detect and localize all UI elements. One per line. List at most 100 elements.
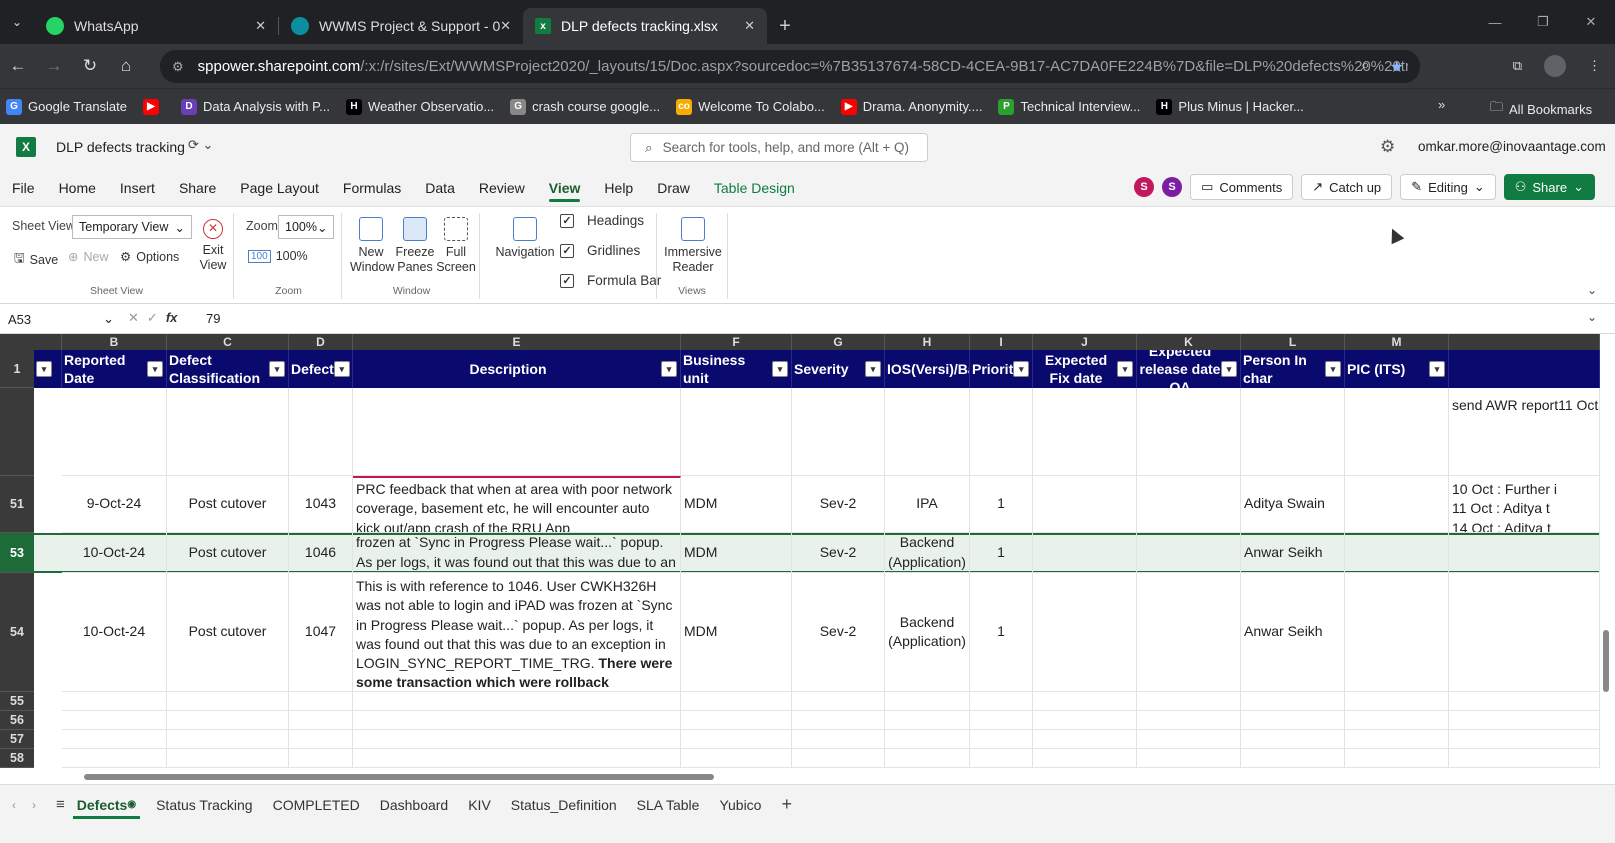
filter-dropdown-icon[interactable]: ▾ [1429,361,1445,377]
empty-cell[interactable] [1345,692,1449,711]
empty-cell[interactable] [1345,711,1449,730]
column-header-L[interactable]: L [1241,334,1345,350]
cell-ios-backend[interactable]: Backend (Application) [885,533,970,573]
url-omnibox[interactable]: ⚙ sppower.sharepoint.com /:x:/r/sites/Ex… [160,50,1420,83]
column-header-B[interactable]: B [62,334,167,350]
scrollbar-thumb[interactable] [84,774,714,780]
empty-cell[interactable] [1241,711,1345,730]
bookmark-item[interactable]: Gcrash course google... [510,98,660,115]
bookmark-item[interactable]: ▶ Drama. Anonymity.... [840,98,982,115]
cell-person-in-charge[interactable]: Aditya Swain [1241,476,1345,533]
settings-gear-icon[interactable]: ⚙ [1380,137,1395,157]
site-info-icon[interactable]: ⚙ [172,59,184,75]
ribbon-tab-draw[interactable]: Draw [657,170,690,206]
empty-cell[interactable] [1137,730,1241,749]
row-header[interactable] [0,388,34,476]
new-view-button[interactable]: ⊕ New [68,249,109,265]
cell-expected-release-date[interactable] [1137,573,1241,692]
empty-cell[interactable] [1137,749,1241,768]
tab-search-chevron-icon[interactable]: ⌄ [0,4,34,40]
bookmark-item[interactable]: G Google Translate [6,98,127,115]
horizontal-scrollbar[interactable] [34,772,1600,782]
ribbon-tab-home[interactable]: Home [59,170,96,206]
cell-severity[interactable]: Sev-2 [792,533,885,573]
bookmark-item[interactable]: H Weather Observatio... [345,98,494,115]
empty-cell[interactable] [167,749,289,768]
filter-dropdown-icon[interactable]: ▾ [333,361,350,377]
cell-expected-release-date[interactable] [1137,476,1241,533]
empty-cell[interactable] [353,711,681,730]
empty-cell[interactable] [1137,711,1241,730]
cell-pic-its[interactable] [1345,476,1449,533]
options-button[interactable]: ⚙ Options [120,249,179,265]
immersive-reader-button[interactable]: Immersive Reader [661,217,725,275]
new-window-button[interactable]: New Window [350,217,394,275]
filter-dropdown-icon[interactable]: ▾ [269,361,285,377]
row-header[interactable]: 58 [0,749,34,768]
filter-dropdown-icon[interactable]: ▾ [147,361,163,377]
empty-cell[interactable] [289,692,353,711]
name-box[interactable]: A53 ⌄ [4,307,118,331]
cell-notes[interactable] [1449,573,1600,692]
zoom-100-button[interactable]: 100 100% [248,249,308,263]
collaborator-avatar[interactable]: S [1162,177,1183,197]
table-cell[interactable] [1137,388,1241,476]
column-header-H[interactable]: H [885,334,970,350]
row-header[interactable]: 54 [0,573,34,692]
cell-notes[interactable]: 10 Oct : Further i 11 Oct : Aditya t 14 Oc… [1449,476,1600,533]
confirm-entry-icon[interactable]: ✓ [147,310,158,326]
freeze-panes-button[interactable]: Freeze Panes [394,217,436,275]
table-cell[interactable] [681,388,792,476]
empty-cell[interactable] [970,711,1033,730]
empty-cell[interactable] [970,692,1033,711]
browser-tab-dlp[interactable]: x DLP defects tracking.xlsx ✕ [523,8,767,44]
empty-cell[interactable] [1033,692,1137,711]
empty-cell[interactable] [289,749,353,768]
formula-input[interactable]: 79 [206,311,220,326]
profile-avatar[interactable] [1544,55,1566,77]
save-view-button[interactable]: 🖫 Save [14,249,58,270]
comments-button[interactable]: ▭ Comments [1190,174,1294,200]
empty-cell[interactable] [681,730,792,749]
cell-expected-fix-date[interactable] [1033,573,1137,692]
empty-cell[interactable] [1449,692,1600,711]
column-header-I[interactable]: I [970,334,1033,350]
cell-description[interactable]: frozen at `Sync in Progress Please wait.… [353,533,681,573]
empty-cell[interactable] [353,749,681,768]
ribbon-tab-share[interactable]: Share [179,170,216,206]
search-input[interactable]: ⌕ Search for tools, help, and more (Alt … [630,133,928,162]
close-icon[interactable]: ✕ [500,18,511,34]
cell-defect-classification[interactable]: Post cutover [167,573,289,692]
filter-dropdown-icon[interactable]: ▾ [1013,361,1030,377]
empty-cell[interactable] [1137,692,1241,711]
empty-cell[interactable] [681,749,792,768]
cell-business-unit[interactable]: MDM [681,533,792,573]
column-header-G[interactable]: G [792,334,885,350]
collaborator-avatar[interactable]: S [1134,177,1155,197]
empty-cell[interactable] [1241,749,1345,768]
zoom-select[interactable]: 100% ⌄ [278,215,334,239]
cell-ios-backend[interactable]: Backend (Application) [885,573,970,692]
scroll-right-icon[interactable]: › [32,798,36,812]
filter-dropdown-icon[interactable]: ▾ [661,361,677,377]
empty-cell[interactable] [681,711,792,730]
column-header-D[interactable]: D [289,334,353,350]
ribbon-tab-review[interactable]: Review [479,170,525,206]
browser-tab-wwms[interactable]: WWMS Project & Support - 01 ✕ [279,8,523,44]
autosave-status-icon[interactable]: ⟳ ⌄ [188,137,213,153]
column-header-F[interactable]: F [681,334,792,350]
bookmark-star-icon[interactable]: ★ [1390,57,1404,77]
cell-ios-backend[interactable]: IPA [885,476,970,533]
filter-dropdown-icon[interactable]: ▾ [1117,361,1133,377]
empty-cell[interactable] [1449,749,1600,768]
browser-tab-whatsapp[interactable]: WhatsApp ✕ [34,8,278,44]
cell-person-in-charge[interactable]: Anwar Seikh [1241,533,1345,573]
cell-reported-date[interactable]: 10-Oct-24 [62,533,167,573]
cell-defect-number[interactable]: 1046 [289,533,353,573]
cell-priority[interactable]: 1 [970,476,1033,533]
vertical-scrollbar-thumb[interactable] [1603,630,1609,692]
sheet-tab-dashboard[interactable]: Dashboard [380,785,449,825]
empty-cell[interactable] [167,711,289,730]
empty-cell[interactable] [792,711,885,730]
ribbon-tab-table-design[interactable]: Table Design [714,170,795,206]
